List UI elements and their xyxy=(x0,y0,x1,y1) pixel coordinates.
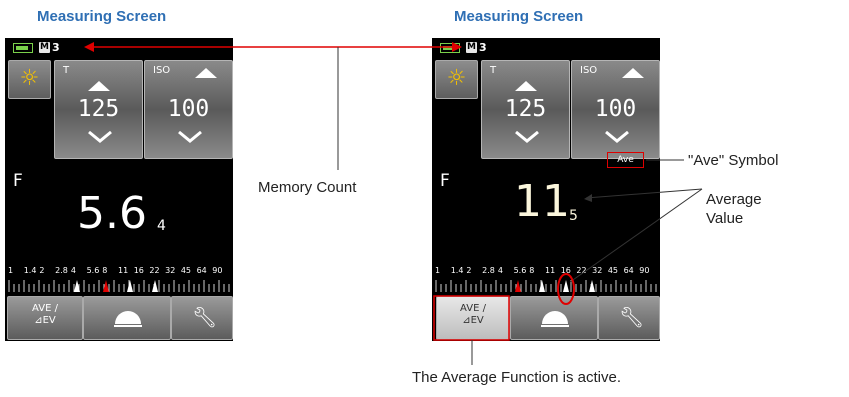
memory-arrow-right xyxy=(452,42,462,52)
average-marker-highlight xyxy=(557,273,575,305)
average-function-callout: The Average Function is active. xyxy=(412,369,622,386)
average-value-callout: Average Value xyxy=(706,191,762,227)
ave-button-highlight xyxy=(433,295,510,341)
average-value-leader-2 xyxy=(569,188,703,283)
memory-count-callout: Memory Count xyxy=(258,179,357,196)
memory-arrow-left xyxy=(84,42,94,52)
average-value-leader xyxy=(585,188,703,199)
ave-symbol-callout: "Ave" Symbol xyxy=(688,152,779,169)
